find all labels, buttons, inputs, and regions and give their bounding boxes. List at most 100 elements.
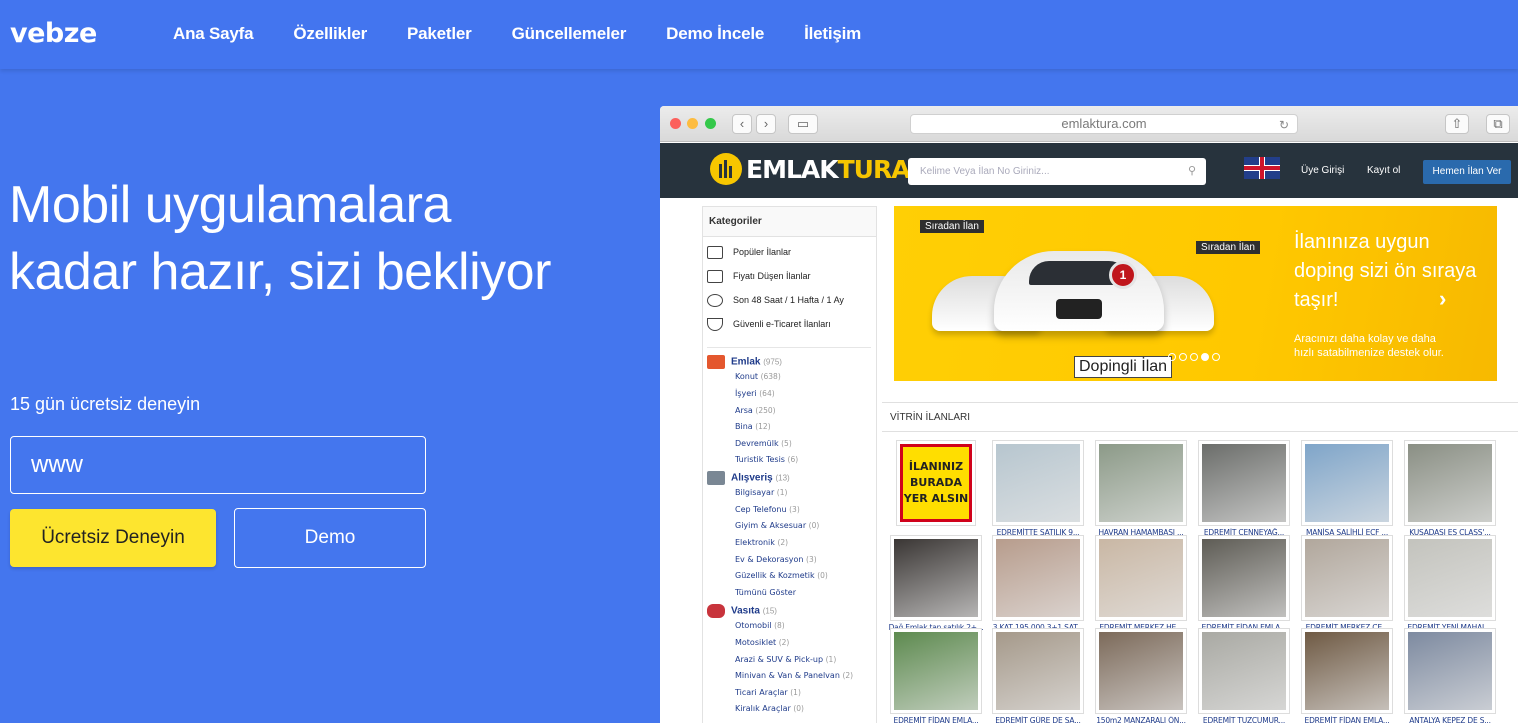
listing-card: EDREMİT GÜRE DE SA... (990, 628, 1086, 723)
url-bar: emlaktura.com ↻ (910, 114, 1298, 134)
chart-icon (707, 270, 723, 284)
vitrin-title: VİTRİN İLANLARI (882, 402, 1518, 432)
main-nav: Ana Sayfa Özellikler Paketler Güncelleme… (173, 24, 861, 44)
site-header: EMLAKTURA® Kelime Veya İlan No Giriniz..… (660, 143, 1518, 198)
listing-card: EDREMİTTE SATILIK 9... (990, 440, 1086, 537)
sub-item: Elektronik (2) (735, 538, 789, 547)
reload-icon: ↻ (1278, 118, 1289, 132)
brand-logo[interactable]: vebze (10, 18, 97, 49)
slider-dots (1168, 353, 1220, 361)
sub-item: Motosiklet (2) (735, 638, 790, 647)
site-brand: EMLAKTURA® (746, 154, 920, 184)
house-icon (707, 355, 725, 369)
sub-item: Arsa (250) (735, 406, 776, 415)
url-text: emlaktura.com (1061, 116, 1147, 131)
member-login-link: Üye Girişi (1301, 165, 1345, 176)
back-icon: ‹ (732, 114, 752, 134)
listing-caption: EDREMİT TUZCUMUR... (1202, 716, 1286, 723)
listing-thumbnail (1301, 535, 1393, 621)
listing-thumbnail (1404, 440, 1496, 526)
banner-text: Aracınızı daha kolay ve daha hızlı satab… (1294, 333, 1444, 359)
sub-item: Turistik Tesis (6) (735, 455, 799, 464)
post-ad-button: Hemen İlan Ver (1423, 160, 1511, 184)
sub-item: Konut (638) (735, 372, 781, 381)
top-navbar: vebze Ana Sayfa Özellikler Paketler Günc… (0, 0, 1518, 69)
main-car (994, 251, 1164, 331)
listing-thumbnail (992, 440, 1084, 526)
tag-doped: Dopingli İlan (1074, 356, 1173, 378)
listing-card: İLANINIZ BURADA YER ALSIN (888, 440, 984, 528)
site-logo: EMLAKTURA® (710, 153, 920, 185)
nav-demo[interactable]: Demo İncele (666, 24, 764, 44)
cart-icon (707, 471, 725, 485)
nav-home[interactable]: Ana Sayfa (173, 24, 254, 44)
category-title: Kategoriler (703, 207, 876, 237)
listing-thumbnail (1404, 535, 1496, 621)
site-search-input: Kelime Veya İlan No Giriniz... ⚲ (908, 158, 1206, 185)
nav-contact[interactable]: İletişim (804, 24, 861, 44)
listing-card: 150m2 MANZARALI ÖN... (1093, 628, 1189, 723)
demo-button[interactable]: Demo (234, 508, 426, 568)
sub-item: Kiralık Araçlar (0) (735, 704, 804, 713)
listing-thumbnail (1404, 628, 1496, 714)
search-icon: ⚲ (1187, 165, 1196, 177)
medal-icon: 1 (1109, 261, 1137, 289)
sub-item: Minivan & Van & Panelvan (2) (735, 671, 854, 680)
nav-updates[interactable]: Güncellemeler (512, 24, 627, 44)
sub-item: Arazi & SUV & Pick-up (1) (735, 655, 837, 664)
sub-item: Güzellik & Kozmetik (0) (735, 571, 828, 580)
sub-item: Devremülk (5) (735, 439, 792, 448)
sub-item: Giyim & Aksesuar (0) (735, 521, 820, 530)
tabs-icon: ⧉ (1486, 114, 1510, 134)
sidebar-toggle-icon: ▭ (788, 114, 818, 134)
tag-regular-right: Sıradan İlan (1196, 241, 1260, 254)
nav-packages[interactable]: Paketler (407, 24, 472, 44)
listing-thumbnail (890, 628, 982, 714)
tag-regular-left: Sıradan İlan (920, 220, 984, 233)
listing-card: EDREMİT TUZCUMUR... (1196, 628, 1292, 723)
listing-card: ANTALYA KEPEZ DE S... (1402, 628, 1498, 723)
sub-item: Bina (12) (735, 422, 771, 431)
listing-thumbnail (1198, 535, 1290, 621)
maximize-dot-icon (705, 118, 716, 129)
promo-placeholder: İLANINIZ BURADA YER ALSIN (900, 444, 972, 522)
listing-caption: EDREMİT FİDAN EMLA... (893, 716, 979, 723)
domain-input[interactable] (10, 436, 426, 494)
browser-toolbar: ‹ › ▭ emlaktura.com ↻ ⇧ ⧉ (660, 106, 1518, 142)
building-logo-icon (710, 153, 742, 185)
banner-headline: İlanınıza uygun doping sizi ön sıraya ta… (1294, 231, 1477, 311)
listing-thumbnail (1095, 440, 1187, 526)
group-vasita: Vasıta (15) (707, 604, 777, 618)
promo-banner: 1 Sıradan İlan Sıradan İlan Dopingli İla… (894, 206, 1497, 381)
listing-caption: EDREMİT FİDAN EMLA... (1304, 716, 1390, 723)
listing-card: EDREMİT FİDAN EMLA... (1196, 535, 1292, 632)
minimize-dot-icon (687, 118, 698, 129)
listing-card: EDREMİT YENİ MAHAL... (1402, 535, 1498, 632)
clock-icon (707, 294, 723, 308)
popular-icon (707, 246, 723, 260)
nav-features[interactable]: Özellikler (293, 24, 367, 44)
listing-card: EDREMİT CENNEYAĞ... (1196, 440, 1292, 537)
quick-link-recent: Son 48 Saat / 1 Hafta / 1 Ay (707, 291, 867, 311)
listing-card: Dağ Emlak tan satılık 2+... (888, 535, 984, 632)
listing-thumbnail (1301, 628, 1393, 714)
hero-subtitle: 15 gün ücretsiz deneyin (10, 394, 201, 414)
chevron-right-icon: › (1439, 286, 1447, 311)
listing-card: EDREMİT MERKEZ HE... (1093, 535, 1189, 632)
category-sidebar: Kategoriler Popüler İlanlar Fiyatı Düşen… (702, 206, 877, 723)
listing-card: EDREMİT FİDAN EMLA... (888, 628, 984, 723)
listing-card: MANİSA SALİHLİ ECF ... (1299, 440, 1395, 537)
close-dot-icon (670, 118, 681, 129)
listing-thumbnail (992, 535, 1084, 621)
listing-caption: EDREMİT GÜRE DE SA... (995, 716, 1081, 723)
listing-card: EDREMİT MERKEZ CE... (1299, 535, 1395, 632)
listing-caption: 150m2 MANZARALI ÖN... (1096, 716, 1186, 723)
sub-item-show-all: Tümünü Göster (735, 588, 797, 597)
listing-thumbnail (1095, 535, 1187, 621)
free-trial-button[interactable]: Ücretsiz Deneyin (10, 509, 216, 567)
listing-thumbnail (1198, 440, 1290, 526)
forward-icon: › (756, 114, 776, 134)
sub-item: İşyeri (64) (735, 389, 775, 398)
listing-caption: ANTALYA KEPEZ DE S... (1409, 716, 1491, 723)
listing-thumbnail: İLANINIZ BURADA YER ALSIN (896, 440, 976, 526)
